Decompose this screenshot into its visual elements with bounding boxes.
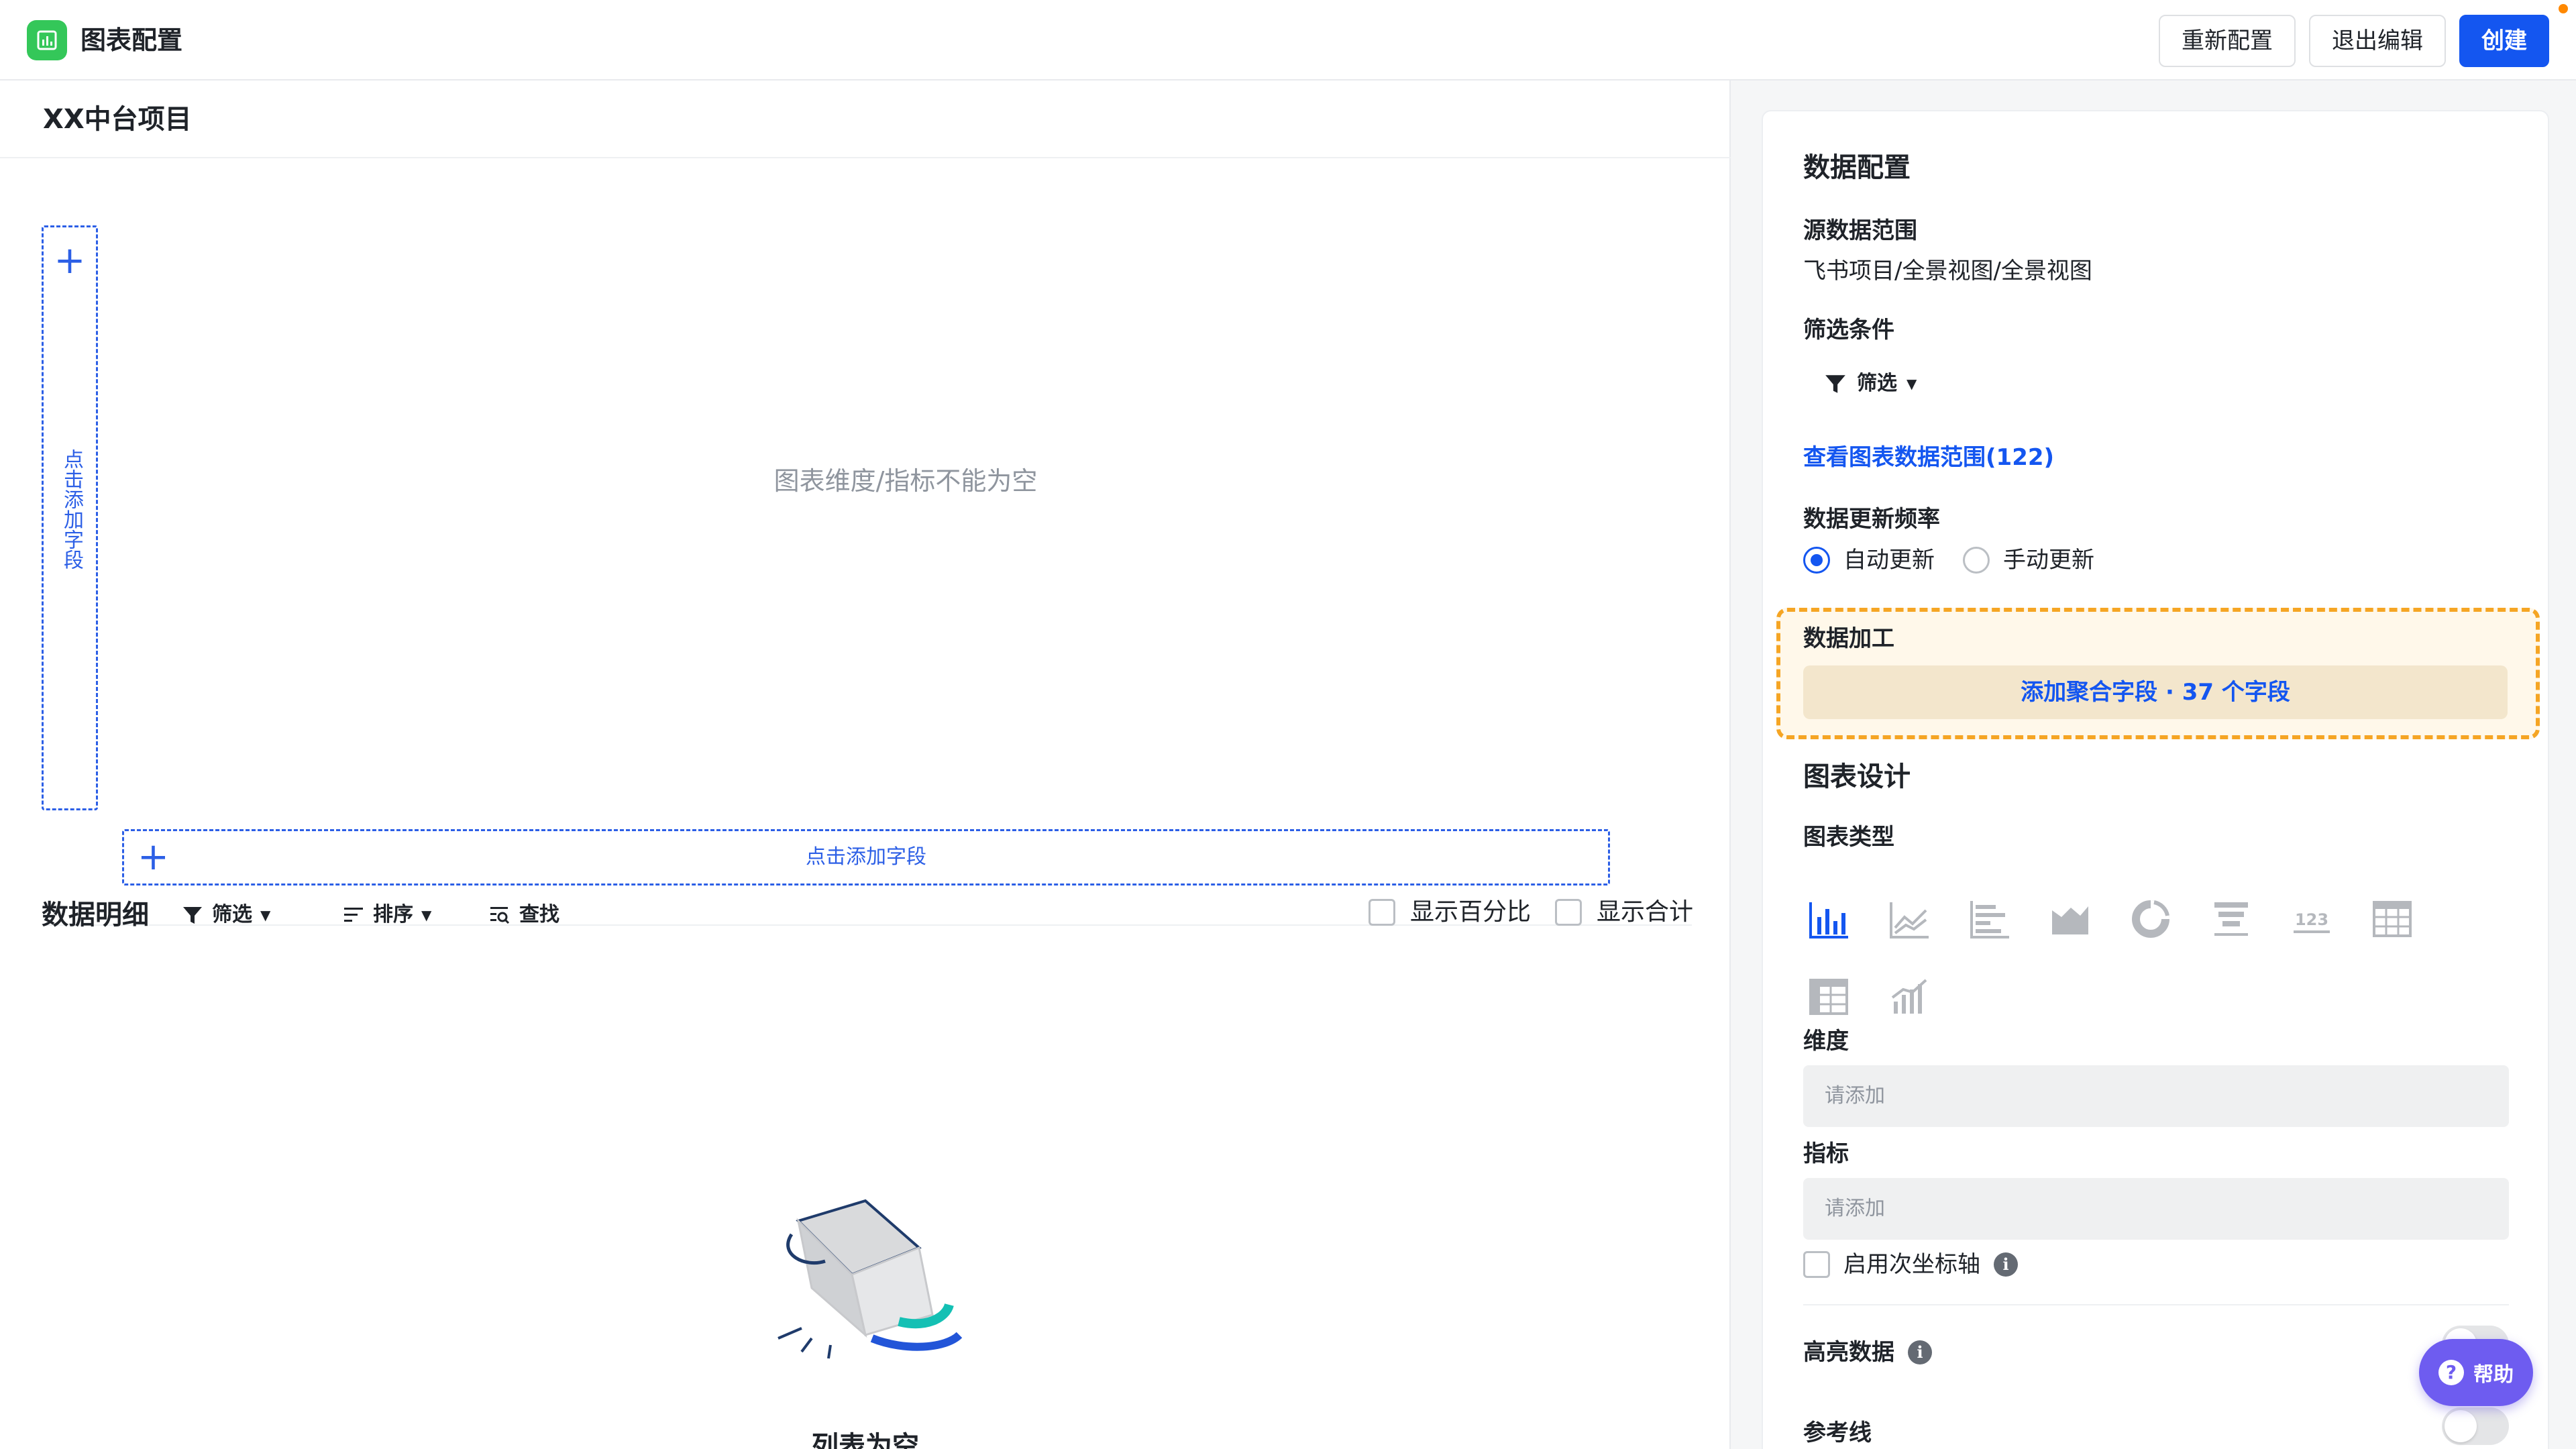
detail-filter-button[interactable]: 筛选 ▼ — [181, 899, 270, 931]
search-list-icon — [490, 907, 510, 924]
auto-update-label[interactable]: 自动更新 — [1843, 543, 1935, 577]
chart-design-title: 图表设计 — [1803, 761, 1911, 792]
funnel-chart-icon[interactable] — [2206, 894, 2257, 945]
area-chart-icon[interactable] — [2045, 894, 2096, 945]
data-processing-section: 数据加工 添加聚合字段 · 37 个字段 — [1776, 608, 2540, 739]
metric-input[interactable]: 请添加 — [1803, 1178, 2509, 1240]
plus-icon: + — [54, 239, 86, 282]
highlight-data-label: 高亮数据 — [1803, 1339, 1894, 1366]
dimension-label: 维度 — [1803, 1028, 1849, 1055]
number-card-icon[interactable]: 123 — [2286, 894, 2337, 945]
pivot-table-icon[interactable] — [1803, 971, 1854, 1022]
help-button[interactable]: ? 帮助 — [2419, 1339, 2533, 1406]
create-button[interactable]: 创建 — [2459, 15, 2549, 67]
source-range-label: 源数据范围 — [1803, 217, 1917, 244]
detail-find-label: 查找 — [519, 903, 559, 926]
metric-label: 指标 — [1803, 1140, 1849, 1167]
detail-sort-label: 排序 — [373, 903, 413, 926]
help-label: 帮助 — [2473, 1363, 2514, 1387]
project-title: XX中台项目 — [43, 104, 192, 135]
x-axis-drop-zone[interactable]: + 点击添加字段 — [122, 829, 1610, 885]
horizontal-bar-icon[interactable] — [1964, 894, 2015, 945]
reference-line-toggle[interactable] — [2442, 1407, 2509, 1445]
page-title: 图表配置 — [80, 25, 183, 55]
pie-chart-icon[interactable] — [2125, 894, 2176, 945]
info-icon[interactable]: i — [1908, 1340, 1932, 1364]
manual-update-label[interactable]: 手动更新 — [2003, 543, 2094, 577]
project-header: XX中台项目 — [0, 80, 1731, 158]
bar-chart-icon[interactable] — [1803, 894, 1854, 945]
show-total-label: 显示合计 — [1597, 898, 1694, 926]
detail-filter-label: 筛选 — [212, 903, 252, 926]
add-aggregate-field-button[interactable]: 添加聚合字段 · 37 个字段 — [1803, 665, 2508, 719]
data-config-title: 数据配置 — [1803, 152, 1911, 183]
question-icon: ? — [2438, 1360, 2464, 1385]
config-filter-label: 筛选 — [1857, 372, 1897, 395]
combo-chart-icon[interactable] — [1884, 971, 1935, 1022]
reconfigure-button[interactable]: 重新配置 — [2159, 15, 2296, 67]
notification-dot — [2559, 4, 2568, 13]
reference-line-label: 参考线 — [1803, 1419, 1872, 1446]
empty-box-illustration — [765, 1194, 979, 1395]
svg-text:123: 123 — [2295, 910, 2328, 929]
filter-icon — [1825, 375, 1845, 393]
table-icon[interactable] — [2367, 894, 2418, 945]
checkbox[interactable] — [1803, 1251, 1830, 1278]
top-bar: 图表配置 重新配置 退出编辑 创建 — [0, 0, 2576, 80]
filter-icon — [183, 907, 202, 924]
caret-down-icon: ▼ — [1907, 376, 1917, 392]
data-processing-title: 数据加工 — [1803, 625, 1894, 652]
exit-edit-button[interactable]: 退出编辑 — [2309, 15, 2446, 67]
update-frequency-options: 自动更新 手动更新 — [1803, 543, 2094, 577]
x-axis-drop-label: 点击添加字段 — [806, 845, 926, 869]
sort-icon — [344, 908, 363, 922]
detail-find-button[interactable]: 查找 — [488, 899, 559, 931]
view-data-range-link[interactable]: 查看图表数据范围(122) — [1803, 441, 2054, 474]
secondary-axis-option[interactable]: 启用次坐标轴 i — [1803, 1248, 2018, 1281]
y-axis-drop-zone[interactable]: + 点击添加字段 — [42, 225, 98, 810]
secondary-axis-label: 启用次坐标轴 — [1843, 1251, 1980, 1278]
update-frequency-label: 数据更新频率 — [1803, 506, 1940, 533]
checkbox[interactable] — [1555, 899, 1582, 926]
y-axis-drop-label: 点击添加字段 — [60, 449, 83, 570]
show-percent-label: 显示百分比 — [1410, 898, 1532, 926]
empty-chart-message: 图表维度/指标不能为空 — [773, 466, 1038, 496]
chart-type-label: 图表类型 — [1803, 824, 1894, 851]
info-icon[interactable]: i — [1994, 1252, 2018, 1277]
config-panel: 数据配置 源数据范围 飞书项目/全景视图/全景视图 筛选条件 筛选 ▼ 查看图表… — [1762, 110, 2549, 1449]
show-total-checkbox[interactable]: 显示合计 — [1555, 892, 1693, 932]
chart-app-icon — [27, 20, 67, 60]
filter-condition-label: 筛选条件 — [1803, 317, 1894, 343]
highlight-data-row: 高亮数据 i — [1803, 1336, 1932, 1368]
caret-down-icon: ▼ — [421, 907, 432, 923]
divider — [1803, 1304, 2509, 1305]
dimension-input[interactable]: 请添加 — [1803, 1065, 2509, 1127]
checkbox[interactable] — [1368, 899, 1395, 926]
source-range-value: 飞书项目/全景视图/全景视图 — [1803, 258, 2092, 284]
config-filter-button[interactable]: 筛选 ▼ — [1823, 368, 1917, 400]
caret-down-icon: ▼ — [260, 907, 271, 923]
show-percent-checkbox[interactable]: 显示百分比 — [1368, 892, 1531, 932]
detail-sort-button[interactable]: 排序 ▼ — [342, 899, 431, 931]
empty-list-message: 列表为空 — [812, 1431, 919, 1449]
auto-update-radio[interactable] — [1803, 547, 1830, 574]
data-detail-title: 数据明细 — [42, 900, 149, 930]
line-chart-icon[interactable] — [1884, 894, 1935, 945]
manual-update-radio[interactable] — [1963, 547, 1990, 574]
